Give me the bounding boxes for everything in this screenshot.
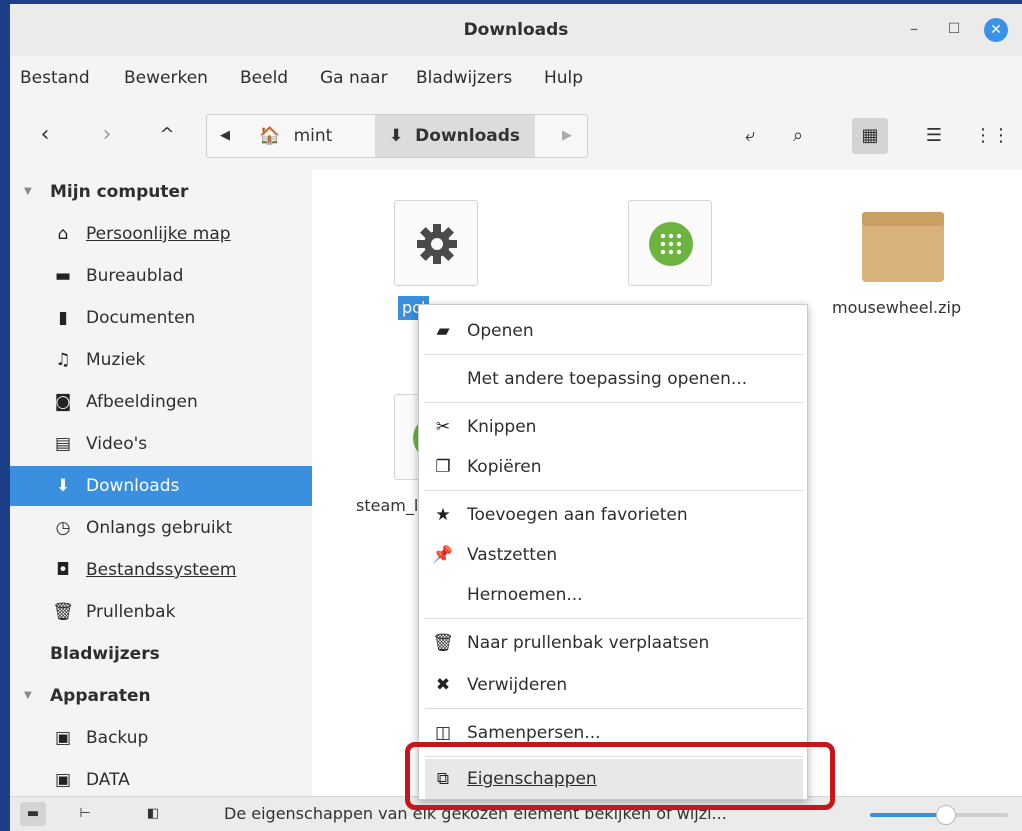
file-name-mousewheel[interactable]: mousewheel.zip bbox=[832, 298, 961, 317]
gear-icon bbox=[417, 224, 457, 264]
delete-circle-icon: ✖ bbox=[435, 675, 451, 695]
menu-bewerken[interactable]: Bewerken bbox=[124, 68, 208, 88]
archive-icon[interactable] bbox=[860, 208, 946, 284]
app-grid-icon bbox=[649, 222, 693, 266]
menu-separator bbox=[425, 402, 803, 403]
sidebar-section-computer[interactable]: ▼ Mijn computer bbox=[10, 172, 312, 212]
sidebar-item-downloads[interactable]: ⬇ Downloads bbox=[10, 466, 312, 506]
breadcrumb-downloads[interactable]: ⬇ Downloads bbox=[375, 115, 535, 157]
clock-icon: ◷ bbox=[55, 518, 71, 538]
sidebar-item-backup[interactable]: ▣ Backup bbox=[10, 718, 312, 758]
drive-icon: ◘ bbox=[56, 560, 70, 580]
breadcrumb: ◀ 🏠 mint ⬇ Downloads ▶ bbox=[206, 114, 588, 158]
desktop-icon: ▬ bbox=[54, 266, 72, 286]
camera-icon: ◙ bbox=[54, 392, 72, 412]
scissors-icon: ✂ bbox=[435, 417, 451, 437]
sidebar-section-devices[interactable]: ▼ Apparaten bbox=[10, 676, 312, 716]
menu-item-delete[interactable]: ✖ Verwijderen bbox=[425, 665, 803, 705]
menu-separator bbox=[425, 618, 803, 619]
menu-beeld[interactable]: Beeld bbox=[240, 68, 288, 88]
sidebar-item-music[interactable]: ♫ Muziek bbox=[10, 340, 312, 380]
file-thumbnail-insync[interactable] bbox=[628, 200, 712, 286]
sidebar-item-data[interactable]: ▣ DATA bbox=[10, 760, 312, 800]
breadcrumb-home[interactable]: 🏠 mint bbox=[259, 115, 332, 157]
menu-ga-naar[interactable]: Ga naar bbox=[320, 68, 388, 88]
sidebar-item-desktop[interactable]: ▬ Bureaublad bbox=[10, 256, 312, 296]
sidebar-item-pictures[interactable]: ◙ Afbeeldingen bbox=[10, 382, 312, 422]
context-menu: ▰ Openen Met andere toepassing openen...… bbox=[418, 304, 808, 800]
menu-item-pin[interactable]: 📌 Vastzetten bbox=[425, 535, 803, 575]
zoom-slider-knob[interactable] bbox=[935, 805, 956, 825]
star-add-icon: ★ bbox=[435, 505, 451, 525]
breadcrumb-left-arrow[interactable]: ◀ bbox=[211, 115, 239, 157]
sidebar: ▼ Mijn computer ⌂ Persoonlijke map ▬ Bur… bbox=[10, 170, 312, 796]
zoom-slider-fill bbox=[870, 813, 946, 817]
menu-bladwijzers[interactable]: Bladwijzers bbox=[416, 68, 512, 88]
menu-item-move-trash[interactable]: 🗑 Naar prullenbak verplaatsen bbox=[425, 623, 803, 663]
sidebar-item-trash[interactable]: 🗑 Prullenbak bbox=[10, 592, 312, 632]
menu-item-copy[interactable]: ❐ Kopiëren bbox=[425, 447, 803, 487]
collapse-triangle-icon: ▼ bbox=[24, 690, 32, 701]
disk-icon: ▣ bbox=[54, 728, 72, 748]
highlight-box bbox=[405, 742, 835, 810]
minimize-button[interactable]: – bbox=[902, 18, 926, 42]
disk-icon: ▣ bbox=[54, 770, 72, 790]
document-icon: ▮ bbox=[58, 308, 68, 328]
trash-icon: 🗑 bbox=[52, 602, 74, 622]
menu-item-add-favorites[interactable]: ★ Toevoegen aan favorieten bbox=[425, 495, 803, 535]
hide-sidebar-icon[interactable]: ◧ bbox=[140, 802, 166, 826]
sidebar-section-bookmarks[interactable]: Bladwijzers bbox=[10, 634, 312, 674]
home-icon: 🏠 bbox=[259, 126, 281, 146]
download-icon: ⬇ bbox=[55, 476, 71, 496]
places-pane-icon[interactable]: ▬ bbox=[20, 802, 46, 826]
up-button[interactable]: ^ bbox=[150, 118, 184, 152]
film-icon: ▤ bbox=[54, 434, 72, 454]
toolbar: ‹ › ^ ◀ 🏠 mint ⬇ Downloads ▶ ⤶ ⌕ ▦ ☰ ⋮⋮ bbox=[10, 108, 1022, 164]
icon-view-icon[interactable]: ▦ bbox=[852, 118, 888, 154]
close-button[interactable]: ✕ bbox=[984, 18, 1008, 42]
menu-separator bbox=[425, 490, 803, 491]
folder-open-icon: ▰ bbox=[436, 321, 450, 341]
forward-button[interactable]: › bbox=[90, 118, 124, 152]
menu-hulp[interactable]: Hulp bbox=[544, 68, 583, 88]
breadcrumb-right-arrow[interactable]: ▶ bbox=[553, 115, 581, 157]
menubar: Bestand Bewerken Beeld Ga naar Bladwijze… bbox=[10, 62, 1022, 94]
menu-item-open-with[interactable]: Met andere toepassing openen... bbox=[425, 359, 803, 399]
file-thumbnail-pcloud[interactable] bbox=[394, 200, 478, 286]
window-title: Downloads bbox=[463, 20, 569, 40]
trash-icon: 🗑 bbox=[432, 633, 454, 653]
zoom-slider[interactable] bbox=[870, 805, 1008, 825]
menu-item-open[interactable]: ▰ Openen bbox=[425, 311, 803, 351]
sidebar-item-home[interactable]: ⌂ Persoonlijke map bbox=[10, 214, 312, 254]
list-view-icon[interactable]: ☰ bbox=[916, 118, 952, 154]
menu-bestand[interactable]: Bestand bbox=[20, 68, 90, 88]
collapse-triangle-icon: ▼ bbox=[24, 186, 32, 197]
menu-item-cut[interactable]: ✂ Knippen bbox=[425, 407, 803, 447]
menu-item-rename[interactable]: Hernoemen... bbox=[425, 575, 803, 615]
compact-view-icon[interactable]: ⋮⋮ bbox=[974, 118, 1010, 154]
sidebar-item-documents[interactable]: ▮ Documenten bbox=[10, 298, 312, 338]
home-icon: ⌂ bbox=[57, 224, 69, 244]
menu-separator bbox=[425, 354, 803, 355]
search-icon[interactable]: ⌕ bbox=[780, 118, 816, 154]
toggle-location-icon[interactable]: ⤶ bbox=[732, 118, 768, 154]
menu-separator bbox=[425, 708, 803, 709]
sidebar-item-recent[interactable]: ◷ Onlangs gebruikt bbox=[10, 508, 312, 548]
file-name-steam[interactable]: steam_l bbox=[356, 496, 418, 515]
sidebar-item-filesystem[interactable]: ◘ Bestandssysteem bbox=[10, 550, 312, 590]
sidebar-item-videos[interactable]: ▤ Video's bbox=[10, 424, 312, 464]
tree-pane-icon[interactable]: ⊢ bbox=[72, 802, 98, 826]
back-button[interactable]: ‹ bbox=[28, 118, 62, 152]
download-icon: ⬇ bbox=[389, 126, 404, 146]
titlebar[interactable]: Downloads – ☐ ✕ bbox=[10, 4, 1022, 56]
maximize-button[interactable]: ☐ bbox=[942, 18, 966, 42]
pin-icon: 📌 bbox=[432, 545, 454, 565]
music-icon: ♫ bbox=[55, 350, 71, 370]
copy-icon: ❐ bbox=[435, 457, 451, 477]
